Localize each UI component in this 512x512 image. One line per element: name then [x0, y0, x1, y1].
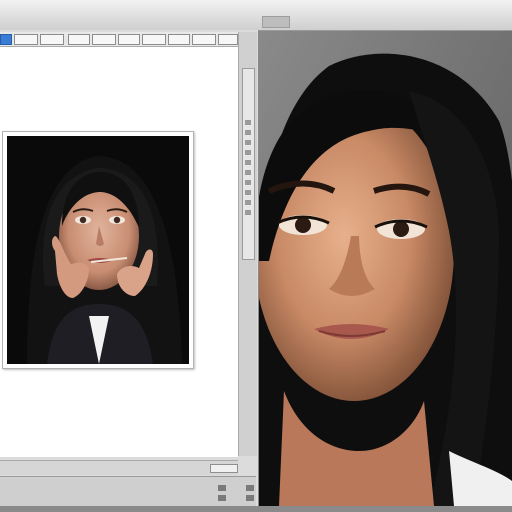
page-icon[interactable] [40, 34, 64, 45]
document-canvas[interactable] [0, 47, 238, 457]
ruler-tick-icon [245, 190, 251, 195]
table-icon[interactable] [192, 34, 216, 45]
toolbar [0, 32, 240, 47]
view-icon[interactable] [14, 34, 38, 45]
scroll-thumb[interactable] [210, 464, 238, 473]
image-viewer[interactable] [259, 31, 512, 506]
portrait-image [7, 136, 189, 364]
fit-icon[interactable] [246, 495, 254, 501]
ruler-tick-icon [245, 170, 251, 175]
document-window [0, 30, 259, 507]
ruler-tick-icon [245, 130, 251, 135]
status-bar [0, 476, 256, 507]
zoom-icon[interactable] [246, 485, 254, 491]
close-panel-icon[interactable] [218, 34, 238, 45]
ruler-tick-icon [245, 180, 251, 185]
ruler-tick-icon [245, 150, 251, 155]
ruler-tick-icon [245, 120, 251, 125]
title-bar [0, 0, 512, 31]
image-icon[interactable] [68, 34, 90, 45]
page-up-icon[interactable] [218, 485, 226, 491]
select-tool-icon[interactable] [0, 34, 12, 45]
ruler-tick-icon [245, 200, 251, 205]
page-down-icon[interactable] [218, 495, 226, 501]
horizontal-scrollbar[interactable] [0, 460, 238, 475]
window-tab[interactable] [262, 16, 290, 28]
portrait-closeup-image [259, 31, 512, 506]
grid-icon[interactable] [168, 34, 190, 45]
portrait-photo-thumbnail[interactable] [2, 131, 194, 369]
vertical-scrollbar[interactable] [238, 32, 257, 456]
adjust-icon[interactable] [142, 34, 166, 45]
layer-icon[interactable] [92, 34, 116, 45]
ruler-tick-icon [245, 210, 251, 215]
ruler-tick-icon [245, 160, 251, 165]
ruler-tick-icon [245, 140, 251, 145]
bottom-edge [0, 506, 512, 512]
crop-icon[interactable] [118, 34, 140, 45]
